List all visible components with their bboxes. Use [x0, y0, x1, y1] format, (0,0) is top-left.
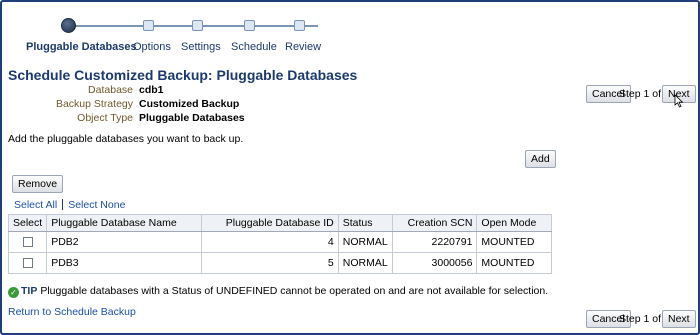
col-creation-scn[interactable]: Creation SCN	[391, 214, 478, 232]
backup-info: Database cdb1 Backup Strategy Customized…	[0, 84, 260, 126]
wizard-train: Pluggable Databases Options Settings Sch…	[18, 14, 338, 54]
creation-scn-cell: 2220791	[391, 231, 478, 253]
info-label-database: Database	[88, 84, 133, 96]
info-label-backup-strategy: Backup Strategy	[55, 98, 133, 110]
train-step-schedule[interactable]: Schedule	[231, 41, 277, 53]
tip-message: ✓ TIP Pluggable databases with a Status of…	[8, 285, 548, 298]
next-button-bottom[interactable]: Next	[662, 310, 696, 328]
train-step-options-dot[interactable]	[143, 20, 154, 31]
info-value-backup-strategy: Customized Backup	[139, 98, 240, 110]
status-cell: NORMAL	[337, 252, 393, 274]
add-button[interactable]: Add	[525, 150, 556, 168]
table-row: PDB3 5 NORMAL 3000056 MOUNTED	[7, 252, 552, 274]
tip-text: Pluggable databases with a Status of UND…	[40, 285, 549, 297]
table-row: PDB2 4 NORMAL 2220791 MOUNTED	[7, 231, 552, 253]
mouse-cursor-icon	[674, 94, 684, 108]
col-pdb-id[interactable]: Pluggable Database ID	[200, 214, 339, 232]
train-step-review[interactable]: Review	[285, 41, 321, 53]
pdb-id-cell: 5	[200, 252, 339, 274]
open-mode-cell: MOUNTED	[476, 252, 552, 274]
col-select: Select	[7, 214, 48, 232]
pluggable-databases-table: Select Pluggable Database Name Pluggable…	[7, 214, 552, 274]
train-step-review-dot[interactable]	[294, 20, 305, 31]
info-row-backup-strategy: Backup Strategy Customized Backup	[0, 98, 260, 112]
train-step-pluggable-databases-dot[interactable]	[61, 18, 76, 33]
row-checkbox-pdb2[interactable]	[22, 237, 33, 248]
link-separator	[62, 199, 64, 210]
train-step-schedule-dot[interactable]	[244, 20, 255, 31]
remove-button[interactable]: Remove	[12, 175, 64, 193]
status-cell: NORMAL	[337, 231, 393, 253]
select-all-link[interactable]: Select All	[14, 199, 57, 211]
tip-label: TIP	[21, 285, 38, 297]
train-step-settings-dot[interactable]	[192, 20, 203, 31]
info-label-object-type: Object Type	[77, 112, 133, 124]
info-row-database: Database cdb1	[0, 84, 260, 98]
pdb-id-cell: 4	[200, 231, 339, 253]
train-step-options[interactable]: Options	[133, 41, 171, 53]
info-row-object-type: Object Type Pluggable Databases	[0, 112, 260, 126]
open-mode-cell: MOUNTED	[476, 231, 552, 253]
row-select-cell	[7, 231, 48, 253]
col-pdb-name[interactable]: Pluggable Database Name	[46, 214, 202, 232]
info-value-object-type: Pluggable Databases	[139, 112, 245, 124]
selection-links: Select All Select None	[14, 199, 125, 211]
pdb-name-cell: PDB2	[46, 231, 202, 253]
checkmark-icon: ✓	[8, 287, 19, 298]
train-step-settings[interactable]: Settings	[181, 41, 221, 53]
pdb-name-cell: PDB3	[46, 252, 202, 274]
table-header-row: Select Pluggable Database Name Pluggable…	[7, 214, 552, 232]
creation-scn-cell: 3000056	[391, 252, 478, 274]
col-status[interactable]: Status	[337, 214, 393, 232]
row-select-cell	[7, 252, 48, 274]
return-to-schedule-backup-link[interactable]: Return to Schedule Backup	[8, 306, 136, 318]
col-open-mode[interactable]: Open Mode	[476, 214, 552, 232]
info-value-database: cdb1	[139, 84, 164, 96]
select-none-link[interactable]: Select None	[68, 199, 125, 211]
row-checkbox-pdb3[interactable]	[22, 258, 33, 269]
train-step-pluggable-databases[interactable]: Pluggable Databases	[26, 41, 137, 53]
page-title: Schedule Customized Backup: Pluggable Da…	[8, 67, 358, 83]
instruction-text: Add the pluggable databases you want to …	[8, 133, 244, 145]
